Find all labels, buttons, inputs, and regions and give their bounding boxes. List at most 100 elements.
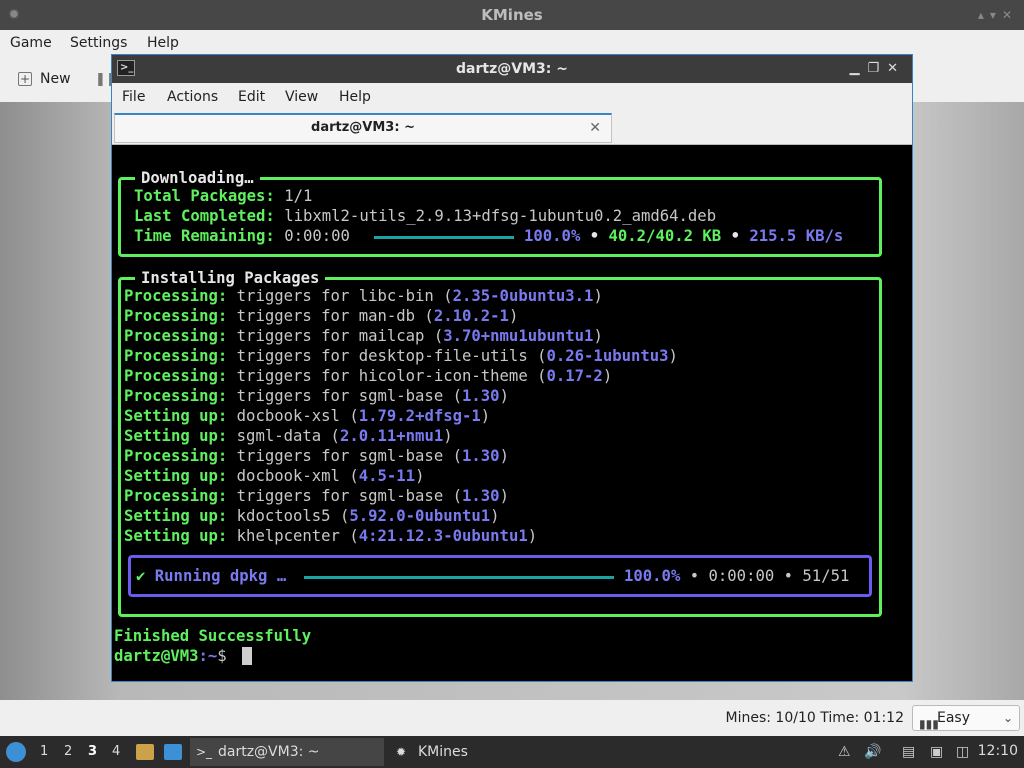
time-remaining-label: Time Remaining: bbox=[134, 227, 275, 245]
install-line-version: 1.79.2+dfsg-1 bbox=[358, 407, 481, 425]
install-line: Setting up: khelpcenter (4:21.12.3-0ubun… bbox=[124, 526, 537, 546]
workspace-4[interactable]: 4 bbox=[112, 744, 120, 759]
download-title: Downloading… bbox=[135, 168, 260, 188]
install-line: Setting up: sgml-data (2.0.11+nmu1) bbox=[124, 426, 453, 446]
terminal-window[interactable]: >_ dartz@VM3: ~ ▁❐✕ File Actions Edit Vi… bbox=[111, 54, 913, 682]
download-percent: 100.0% bbox=[524, 227, 581, 245]
menu-view[interactable]: View bbox=[285, 89, 318, 105]
terminal-task-icon: >_ bbox=[196, 745, 213, 759]
install-line-close: ) bbox=[443, 427, 453, 445]
install-line: Processing: triggers for libc-bin (2.35-… bbox=[124, 286, 603, 306]
terminal-output[interactable]: Downloading… Total Packages: 1/1 Last Co… bbox=[112, 145, 912, 681]
install-line: Processing: triggers for sgml-base (1.30… bbox=[124, 386, 509, 406]
task-terminal-label: dartz@VM3: ~ bbox=[218, 744, 320, 760]
prompt-user: dartz@VM3 bbox=[114, 647, 199, 665]
install-line-text: triggers for man-db ( bbox=[236, 307, 434, 325]
install-line: Setting up: docbook-xml (4.5-11) bbox=[124, 466, 424, 486]
menu-edit[interactable]: Edit bbox=[238, 89, 265, 105]
install-line-text: triggers for sgml-base ( bbox=[236, 487, 462, 505]
kmines-window-buttons[interactable]: ▴▾✕ bbox=[978, 0, 1018, 30]
task-kmines-label: KMines bbox=[418, 744, 468, 760]
network-icon[interactable]: ▣ bbox=[930, 744, 943, 760]
install-line-close: ) bbox=[593, 327, 603, 345]
terminal-tabbar: dartz@VM3: ~ ✕ bbox=[112, 111, 912, 145]
last-completed-line: Last Completed: libxml2-utils_2.9.13+dfs… bbox=[134, 206, 716, 226]
menu-game[interactable]: Game bbox=[10, 35, 52, 51]
difficulty-select[interactable]: ▮▮▮ Easy ⌄ bbox=[912, 705, 1020, 731]
notifications-icon[interactable]: ⚠ bbox=[838, 744, 851, 760]
menu-file[interactable]: File bbox=[122, 89, 145, 105]
volume-icon[interactable]: 🔊 bbox=[864, 744, 881, 760]
workspace-1[interactable]: 1 bbox=[40, 744, 48, 759]
menu-help[interactable]: Help bbox=[147, 35, 179, 51]
terminal-icon: >_ bbox=[117, 60, 135, 76]
shell-prompt[interactable]: dartz@VM3:~$ bbox=[114, 646, 227, 666]
workspace-2[interactable]: 2 bbox=[64, 744, 72, 759]
desktop-icon[interactable] bbox=[164, 744, 182, 760]
install-line-label: Processing: bbox=[124, 307, 228, 325]
install-line-version: 0.26-1ubuntu3 bbox=[546, 347, 669, 365]
text-cursor bbox=[242, 647, 252, 665]
install-line-text: kdoctools5 ( bbox=[236, 507, 350, 525]
menu-settings[interactable]: Settings bbox=[70, 35, 127, 51]
clock[interactable]: 12:10 bbox=[978, 743, 1018, 759]
terminal-titlebar[interactable]: >_ dartz@VM3: ~ ▁❐✕ bbox=[112, 55, 912, 83]
last-completed-label: Last Completed: bbox=[134, 207, 275, 225]
install-line-label: Processing: bbox=[124, 347, 228, 365]
install-line-text: triggers for desktop-file-utils ( bbox=[236, 347, 547, 365]
install-line-text: khelpcenter ( bbox=[236, 527, 359, 545]
kmines-app-icon[interactable]: ✹ bbox=[6, 7, 22, 23]
install-line-version: 2.0.11+nmu1 bbox=[339, 427, 444, 445]
new-game-button[interactable]: + New bbox=[18, 71, 71, 87]
kmines-task-icon: ✹ bbox=[396, 745, 407, 759]
install-line-label: Setting up: bbox=[124, 427, 228, 445]
elapsed-time: Time: 01:12 bbox=[820, 710, 904, 726]
terminal-window-buttons[interactable]: ▁❐✕ bbox=[849, 55, 906, 83]
clipboard-icon[interactable]: ▤ bbox=[902, 744, 915, 760]
update-icon[interactable]: ◫ bbox=[956, 744, 969, 760]
new-game-label: New bbox=[40, 71, 71, 87]
install-line: Processing: triggers for mailcap (3.70+n… bbox=[124, 326, 603, 346]
install-line-version: 1.30 bbox=[462, 447, 500, 465]
download-stats: 100.0% • 40.2/40.2 KB • 215.5 KB/s bbox=[524, 227, 844, 245]
dpkg-percent: 100.0% bbox=[624, 567, 681, 585]
task-kmines[interactable]: ✹ KMines bbox=[390, 738, 510, 766]
install-line-close: ) bbox=[602, 367, 613, 385]
kmines-statusbar: Mines: 10/10 Time: 01:12 ▮▮▮ Easy ⌄ bbox=[0, 700, 1024, 736]
dpkg-stats: 100.0% • 0:00:00 • 51/51 bbox=[624, 567, 850, 585]
install-line-label: Processing: bbox=[124, 327, 228, 345]
file-manager-icon[interactable] bbox=[136, 744, 154, 760]
menu-actions[interactable]: Actions bbox=[167, 89, 218, 105]
check-icon: ✔ bbox=[136, 567, 146, 585]
install-line-version: 4.5-11 bbox=[358, 467, 416, 485]
install-line-close: ) bbox=[668, 347, 678, 365]
install-line: Processing: triggers for sgml-base (1.30… bbox=[124, 446, 509, 466]
dpkg-label: Running dpkg … bbox=[154, 567, 287, 585]
install-line-version: 4:21.12.3-0ubuntu1 bbox=[358, 527, 528, 545]
prompt-path: :~ bbox=[198, 647, 218, 665]
difficulty-value: Easy bbox=[937, 710, 971, 726]
install-line-label: Setting up: bbox=[124, 527, 228, 545]
install-line: Setting up: kdoctools5 (5.92.0-0ubuntu1) bbox=[124, 506, 500, 526]
install-line-close: ) bbox=[593, 287, 603, 305]
install-line-text: triggers for sgml-base ( bbox=[236, 447, 462, 465]
install-line-label: Setting up: bbox=[124, 467, 228, 485]
install-line-label: Setting up: bbox=[124, 507, 228, 525]
close-tab-icon[interactable]: ✕ bbox=[589, 115, 601, 141]
terminal-title: dartz@VM3: ~ bbox=[456, 61, 568, 77]
install-line-version: 1.30 bbox=[462, 487, 500, 505]
dpkg-count: 51/51 bbox=[802, 567, 850, 585]
install-line: Setting up: docbook-xsl (1.79.2+dfsg-1) bbox=[124, 406, 490, 426]
tab-terminal[interactable]: dartz@VM3: ~ ✕ bbox=[114, 113, 612, 143]
install-line: Processing: triggers for man-db (2.10.2-… bbox=[124, 306, 518, 326]
menu-help-terminal[interactable]: Help bbox=[339, 89, 371, 105]
download-speed: 215.5 KB/s bbox=[749, 227, 844, 245]
start-menu-icon[interactable] bbox=[6, 742, 26, 762]
total-packages-label: Total Packages: bbox=[134, 187, 275, 205]
prompt-symbol: $ bbox=[217, 647, 227, 665]
task-terminal[interactable]: >_ dartz@VM3: ~ bbox=[190, 738, 384, 766]
kmines-title: KMines bbox=[481, 6, 543, 24]
install-line-close: ) bbox=[480, 407, 491, 425]
workspace-3[interactable]: 3 bbox=[88, 744, 97, 759]
install-line-close: ) bbox=[499, 487, 509, 505]
